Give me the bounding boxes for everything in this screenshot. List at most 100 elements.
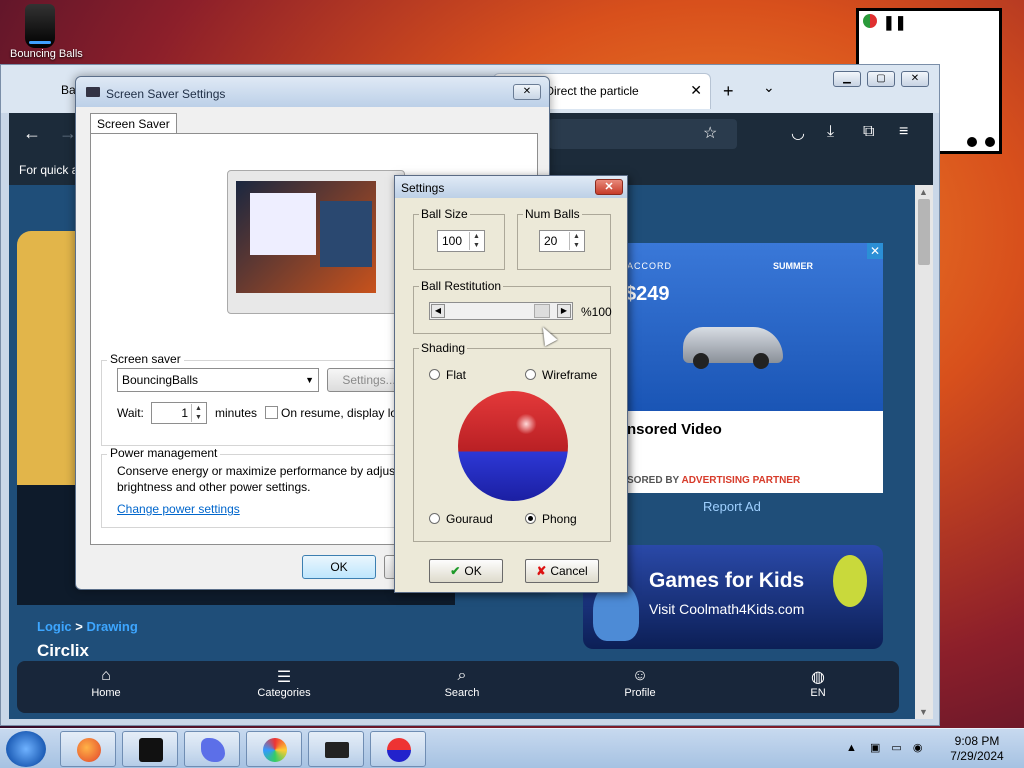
- nav-language[interactable]: ◍ EN: [778, 667, 858, 699]
- ad-image[interactable]: ACCORD SUMMER $249: [623, 243, 883, 411]
- stepper-arrows-icon[interactable]: ▲ ▼: [191, 404, 205, 422]
- minutes-label: minutes: [215, 406, 258, 420]
- check-icon: ✔: [450, 564, 461, 578]
- taskbar-bouncing-balls[interactable]: [370, 731, 426, 767]
- scroll-thumb[interactable]: [918, 199, 930, 265]
- change-power-settings-link[interactable]: Change power settings: [117, 502, 240, 516]
- tray-expand-icon[interactable]: ▲: [846, 742, 857, 754]
- radio-flat[interactable]: [429, 369, 440, 380]
- ball-dot: [967, 137, 977, 147]
- settings-titlebar[interactable]: Settings ✕: [395, 176, 627, 198]
- ball-preview: [458, 391, 568, 501]
- clock[interactable]: 9:08 PM 7/29/2024: [944, 734, 1010, 764]
- pause-icon[interactable]: ❚❚: [883, 14, 906, 31]
- wait-stepper[interactable]: 1 ▲ ▼: [151, 402, 207, 424]
- ok-button[interactable]: OK: [302, 555, 376, 579]
- speaker-icon: [139, 738, 163, 762]
- num-balls-stepper[interactable]: 20 ▲ ▼: [539, 230, 585, 252]
- advertisement[interactable]: ACCORD SUMMER $249 ✕ nsored Video SORED …: [623, 243, 883, 493]
- screen-saver-select[interactable]: BouncingBalls ▼: [117, 368, 319, 392]
- back-icon[interactable]: ←: [23, 123, 41, 144]
- kids-banner[interactable]: Games for Kids Visit Coolmath4Kids.com: [583, 545, 883, 649]
- preview-screen: [236, 181, 376, 293]
- system-tray: ▲ ▣ ▭ ◉: [846, 741, 923, 754]
- maximize-button[interactable]: ▢: [867, 71, 895, 87]
- stepper-arrows-icon[interactable]: ▲ ▼: [469, 232, 483, 250]
- stepper-arrows-icon[interactable]: ▲ ▼: [569, 232, 583, 250]
- ball-size-label: Ball Size: [419, 207, 470, 221]
- taskbar-speaker[interactable]: [122, 731, 178, 767]
- taskbar-firefox[interactable]: [60, 731, 116, 767]
- ball-icon: [387, 738, 411, 762]
- dialog-titlebar[interactable]: Screen Saver Settings ✕: [76, 77, 549, 107]
- globe-icon: ◍: [811, 669, 825, 686]
- power-group-label: Power management: [107, 446, 221, 460]
- volume-icon[interactable]: ◉: [913, 742, 923, 754]
- start-button[interactable]: [6, 731, 46, 767]
- close-button[interactable]: ✕: [901, 71, 929, 87]
- restitution-value: %100: [581, 305, 612, 319]
- breadcrumb-drawing[interactable]: Drawing: [87, 619, 138, 634]
- kids-title: Games for Kids: [649, 569, 805, 592]
- slider-right-icon[interactable]: ▶: [557, 304, 571, 318]
- radio-phong[interactable]: [525, 513, 536, 524]
- bottom-nav: ⌂ Home ☰ Categories ⌕ Search ☺ Profile ◍ EN: [17, 661, 899, 713]
- nav-profile[interactable]: ☺ Profile: [600, 667, 680, 699]
- desktop-icon-label: Bouncing Balls: [10, 48, 83, 60]
- report-ad-link[interactable]: Report Ad: [703, 499, 761, 514]
- new-tab-button[interactable]: +: [723, 81, 734, 102]
- slider-left-icon[interactable]: ◀: [431, 304, 445, 318]
- preview-window: [320, 201, 372, 267]
- network-icon[interactable]: ▣: [870, 742, 880, 754]
- close-button[interactable]: ✕: [595, 179, 623, 195]
- slider-thumb[interactable]: [534, 304, 550, 318]
- radio-gouraud[interactable]: [429, 513, 440, 524]
- resume-checkbox[interactable]: [265, 406, 278, 419]
- preview-monitor: [227, 170, 405, 314]
- ball-size-stepper[interactable]: 100 ▲ ▼: [437, 230, 485, 252]
- restitution-slider[interactable]: ◀ ▶: [429, 302, 573, 320]
- desktop-icon-bouncing-balls[interactable]: Bouncing Balls: [10, 4, 83, 66]
- firefox-icon: [77, 738, 101, 762]
- power-text: brightness and other power settings.: [117, 480, 311, 494]
- paint-palette-icon: [263, 738, 287, 762]
- wait-label: Wait:: [117, 406, 144, 420]
- taskbar-paint[interactable]: [246, 731, 302, 767]
- download-icon[interactable]: ⤓: [827, 123, 834, 141]
- scroll-down-icon[interactable]: ▼: [919, 707, 928, 717]
- close-tab-icon[interactable]: ✕: [690, 82, 702, 99]
- scroll-up-icon[interactable]: ▲: [919, 187, 928, 197]
- ad-sponsored-title: nsored Video: [627, 421, 722, 438]
- ad-price: $249: [625, 283, 670, 305]
- taskbar-bird-app[interactable]: [184, 731, 240, 767]
- radio-wireframe[interactable]: [525, 369, 536, 380]
- chevron-down-icon[interactable]: ⌄: [763, 79, 775, 96]
- display-icon[interactable]: ▭: [891, 742, 901, 754]
- preview-window: [250, 193, 316, 255]
- extensions-icon[interactable]: ⧉: [863, 123, 874, 141]
- kids-subtitle: Visit Coolmath4Kids.com: [649, 601, 805, 617]
- num-balls-label: Num Balls: [523, 207, 582, 221]
- ad-close-icon[interactable]: ✕: [867, 243, 883, 259]
- flat-label: Flat: [446, 368, 467, 382]
- menu-icon[interactable]: ≡: [899, 123, 908, 141]
- cancel-button[interactable]: ✘ Cancel: [525, 559, 599, 583]
- gouraud-label: Gouraud: [446, 512, 493, 526]
- cross-icon: ✘: [536, 564, 547, 578]
- categories-icon: ☰: [276, 669, 292, 686]
- breadcrumb-logic[interactable]: Logic: [37, 619, 72, 634]
- nav-home[interactable]: ⌂ Home: [66, 667, 146, 699]
- nav-categories[interactable]: ☰ Categories: [244, 667, 324, 699]
- breadcrumb-separator: >: [75, 619, 83, 634]
- close-button[interactable]: ✕: [513, 84, 541, 100]
- nav-search[interactable]: ⌕ Search: [422, 667, 502, 699]
- scrollbar[interactable]: ▲ ▼: [915, 185, 933, 719]
- pocket-icon[interactable]: ◡: [791, 123, 805, 143]
- car-image: [683, 327, 783, 369]
- ok-button[interactable]: ✔ OK: [429, 559, 503, 583]
- taskbar-screen-saver[interactable]: [308, 731, 364, 767]
- tab-screen-saver[interactable]: Screen Saver: [90, 113, 177, 134]
- ball-dot: [985, 137, 995, 147]
- bookmark-star-icon[interactable]: ☆: [703, 123, 717, 143]
- minimize-button[interactable]: ▁: [833, 71, 861, 87]
